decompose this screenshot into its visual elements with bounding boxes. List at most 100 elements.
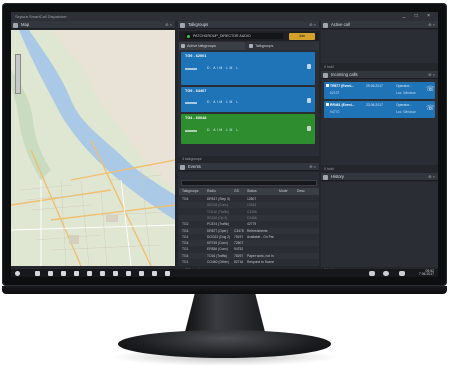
phone-icon: [323, 22, 328, 28]
volume-icon[interactable]: [369, 270, 375, 276]
tab-talkgroups[interactable]: Talkgroups: [247, 42, 307, 50]
pin-icon[interactable]: ⊕ ×: [309, 163, 316, 171]
start-icon[interactable]: [15, 270, 20, 276]
tab-active-label: Active talkgroups: [187, 44, 216, 48]
person-icon[interactable]: [152, 270, 157, 276]
table-cell: 13343: [247, 203, 257, 208]
join-button[interactable]: Join: [289, 32, 315, 40]
volume-slider[interactable]: [185, 102, 197, 104]
column-header[interactable]: Mode: [279, 188, 287, 195]
call-caller: Operator...: [396, 84, 413, 88]
pin-icon[interactable]: ⊕ ×: [165, 21, 172, 29]
table-row[interactable]: TG2 PC874 (Traffic) 42779: [179, 221, 319, 227]
pin-icon[interactable]: ⊕ ×: [428, 71, 435, 79]
settings-icon[interactable]: [35, 270, 40, 276]
volume-slider[interactable]: [185, 68, 197, 70]
table-row[interactable]: TO416 (Traffic) C3456: [179, 209, 319, 215]
call-number: 62137: [330, 91, 340, 95]
volume-slider[interactable]: [185, 130, 197, 132]
document-icon[interactable]: [87, 270, 92, 276]
table-cell: 72807: [234, 241, 244, 246]
talkgroup-card[interactable]: TG9 - 62001 D A/M LM L: [181, 52, 315, 85]
table-cell: 12807: [247, 197, 257, 201]
link-icon[interactable]: [113, 270, 118, 276]
cloud-icon[interactable]: [383, 270, 389, 276]
history-panel: [321, 182, 438, 267]
table-row[interactable]: TG1 ER836 (Conv) 94752: [179, 246, 319, 252]
talkgroup-card[interactable]: TG9 - 64407 D A/M LM L: [181, 87, 315, 112]
column-header[interactable]: Desc: [297, 188, 305, 195]
pin-icon[interactable]: ⊕ ×: [309, 21, 316, 29]
contacts-icon[interactable]: [74, 270, 79, 276]
table-cell: DOG22 (Dog 2): [207, 234, 231, 239]
incoming-calls-title: Incoming calls: [331, 72, 358, 77]
monitor-bezel: Sepura SmartCall Dispatcher _ □ × Map ⊕ …: [2, 3, 447, 286]
table-cell: C3456: [247, 209, 257, 214]
call-item[interactable]: TR877 (Eveni... 29.06.2017 Operator... 6…: [324, 82, 435, 99]
table-row[interactable]: SKS34 (Conv) 13343: [179, 202, 319, 209]
person-icon[interactable]: [126, 270, 131, 276]
call-id: TR877 (Eveni...: [330, 84, 355, 88]
status-dot-icon: [186, 34, 190, 38]
speaker-icon[interactable]: [307, 126, 311, 131]
table-row[interactable]: TG4 DR517 (Step 3) 12807: [179, 196, 319, 202]
window-title: Sepura SmartCall Dispatcher: [15, 14, 67, 19]
chat-icon[interactable]: [399, 270, 405, 276]
talkgroup-controls[interactable]: D A/M LM L: [207, 100, 240, 104]
table-row[interactable]: TG1 DOG22 (Dog 2) 75197 Available - On Pat: [179, 234, 319, 240]
share-icon[interactable]: [48, 270, 53, 276]
active-call-header: Active call ⊕ ×: [321, 21, 438, 29]
talkgroup-controls[interactable]: D A/M LM L: [207, 128, 240, 132]
parking-icon[interactable]: [100, 270, 105, 276]
talkgroups-count: 3 talkgroups: [179, 156, 319, 162]
list-icon: [181, 44, 185, 48]
events-panel-title: Events: [188, 164, 201, 169]
incoming-calls-footer: 0 hold: [324, 167, 334, 171]
grid-icon: [249, 44, 253, 48]
table-row[interactable]: RS318 (Op 3) C3456: [179, 214, 319, 221]
window-controls[interactable]: _ □ ×: [403, 12, 435, 21]
events-search-input[interactable]: [181, 180, 317, 186]
history-icon: [323, 174, 328, 180]
talkgroup-card[interactable]: TG4 - 60048 D A/M LM L: [181, 114, 315, 144]
answer-phone-icon[interactable]: ☏: [426, 105, 435, 113]
table-row[interactable]: TG1 CO460 (Other) 82716 Respond to Scene: [179, 259, 319, 265]
talkgroup-tabs: Active talkgroups Talkgroups: [179, 42, 319, 50]
call-location: Loc. Windsor: [396, 110, 416, 114]
speaker-icon[interactable]: [307, 98, 311, 103]
call-time: 23.06.2017: [366, 103, 383, 107]
call-number: 94770: [330, 110, 340, 114]
table-cell: TG4: [182, 197, 189, 201]
table-row[interactable]: TG4 TO16 (Traffic) 78297 Paper work, not in: [179, 252, 319, 259]
table-cell: RS318 (Op 3): [207, 215, 228, 220]
table-cell: KR749 (Conv): [207, 241, 228, 246]
talkgroup-selector-row: PATCHGROUP_DIRECTOR AUDIO Join: [179, 31, 319, 41]
talkgroup-controls[interactable]: D A/M LM L: [207, 66, 240, 70]
table-row[interactable]: TG4 DR877 (Oper) C3478 Refreshments: [179, 227, 319, 234]
talkgroup-select[interactable]: PATCHGROUP_DIRECTOR AUDIO: [185, 33, 283, 39]
person-icon[interactable]: [165, 270, 170, 276]
table-row[interactable]: TG4 KR749 (Conv) 72807: [179, 240, 319, 247]
pin-icon[interactable]: ⊕ ×: [428, 173, 435, 181]
tab-active-talkgroups[interactable]: Active talkgroups: [179, 42, 245, 50]
column-header[interactable]: Status: [247, 188, 257, 195]
history-header: History ⊕ ×: [321, 173, 438, 181]
person-icon[interactable]: [139, 270, 144, 276]
monitor-neck: [185, 294, 265, 332]
tab-talkgroups-label: Talkgroups: [255, 44, 274, 48]
group-icon[interactable]: [61, 270, 66, 276]
talkgroup-icon: [180, 22, 185, 28]
map-view[interactable]: [11, 30, 175, 266]
zoom-slider[interactable]: [15, 54, 21, 94]
talkgroup-select-value: PATCHGROUP_DIRECTOR AUDIO: [193, 34, 251, 38]
answer-phone-icon[interactable]: ☏: [426, 86, 435, 94]
column-header[interactable]: Talkgroups: [182, 188, 198, 195]
pin-icon[interactable]: ⊕ ×: [428, 21, 435, 29]
table-cell: TG4: [182, 253, 189, 258]
column-header[interactable]: Radio: [207, 188, 216, 195]
speaker-icon[interactable]: [307, 64, 311, 69]
table-cell: DR517 (Step 3): [207, 197, 230, 201]
column-header[interactable]: GS: [234, 188, 239, 195]
talkgroup-name: TG9 - 62001: [185, 54, 207, 58]
call-item[interactable]: RR461 (Eveni... 23.06.2017 Operator... 9…: [324, 101, 435, 118]
